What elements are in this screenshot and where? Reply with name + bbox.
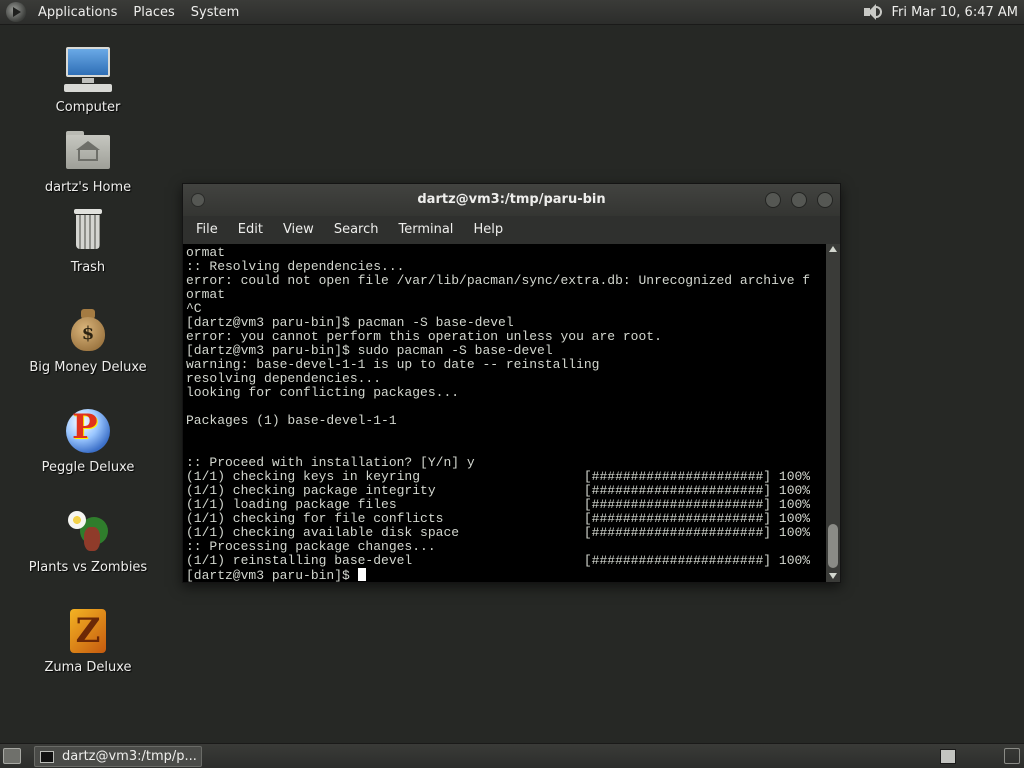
terminal-line: looking for conflicting packages... — [186, 385, 460, 400]
trash-icon — [62, 205, 114, 257]
terminal-line: :: Proceed with installation? [Y/n] y — [186, 455, 475, 470]
desktop-icon-peggle[interactable]: P Peggle Deluxe — [13, 405, 163, 475]
plants-vs-zombies-icon — [62, 505, 114, 557]
desktop-icon-plants-vs-zombies[interactable]: Plants vs Zombies — [13, 505, 163, 575]
terminal-line: ^C — [186, 301, 202, 316]
desktop-icon-zuma[interactable]: Z Zuma Deluxe — [13, 605, 163, 675]
panel-tray: Fri Mar 10, 6:47 AM — [861, 0, 1024, 25]
applications-menu[interactable]: Applications — [30, 0, 125, 25]
desktop-icon-home[interactable]: dartz's Home — [13, 125, 163, 195]
terminal-line: (1/1) checking for file conflicts [#####… — [186, 511, 811, 526]
desktop-icon-label: Peggle Deluxe — [41, 460, 135, 475]
desktop-icon-label: Trash — [70, 260, 106, 275]
desktop-icon-label: Computer — [55, 100, 121, 115]
terminal-line: [dartz@vm3 paru-bin]$ sudo pacman -S bas… — [186, 343, 553, 358]
trash-applet-icon[interactable] — [1004, 748, 1020, 764]
menu-search[interactable]: Search — [324, 216, 389, 244]
window-titlebar[interactable]: dartz@vm3:/tmp/paru-bin — [183, 184, 840, 216]
terminal-line: (1/1) checking keys in keyring [########… — [186, 469, 811, 484]
close-button[interactable] — [817, 192, 833, 208]
scroll-down-arrow-icon[interactable] — [829, 573, 837, 579]
terminal-scrollbar[interactable] — [826, 244, 840, 582]
show-desktop-icon[interactable] — [3, 748, 21, 764]
money-bag-icon: $ — [62, 305, 114, 357]
terminal-line: Packages (1) base-devel-1-1 — [186, 413, 397, 428]
terminal-line: (1/1) checking package integrity [######… — [186, 483, 811, 498]
desktop-icon-label: Plants vs Zombies — [28, 560, 148, 575]
window-menu-icon[interactable] — [191, 193, 205, 207]
terminal-line: ormat — [186, 245, 226, 260]
terminal-line: [dartz@vm3 paru-bin]$ pacman -S base-dev… — [186, 315, 514, 330]
terminal-line: error: could not open file /var/lib/pacm… — [186, 273, 811, 288]
terminal-line: warning: base-devel-1-1 is up to date --… — [186, 357, 600, 372]
desktop-icon-computer[interactable]: Computer — [13, 45, 163, 115]
menu-terminal[interactable]: Terminal — [388, 216, 463, 244]
maximize-button[interactable] — [791, 192, 807, 208]
main-menu-logo-icon[interactable] — [6, 2, 26, 22]
desktop-icon-trash[interactable]: Trash — [13, 205, 163, 275]
desktop-icon-label: Big Money Deluxe — [29, 360, 147, 375]
terminal-line: (1/1) checking available disk space [###… — [186, 525, 811, 540]
volume-icon[interactable] — [861, 2, 883, 22]
text-cursor — [357, 568, 366, 581]
terminal-line: (1/1) loading package files [###########… — [186, 497, 811, 512]
terminal-line: error: you cannot perform this operation… — [186, 329, 662, 344]
terminal-prompt-line[interactable]: [dartz@vm3 paru-bin]$ — [186, 568, 810, 582]
window-title: dartz@vm3:/tmp/paru-bin — [417, 192, 606, 207]
minimize-button[interactable] — [765, 192, 781, 208]
menu-edit[interactable]: Edit — [228, 216, 273, 244]
terminal-output[interactable]: ormat:: Resolving dependencies... error: … — [183, 244, 826, 582]
clock[interactable]: Fri Mar 10, 6:47 AM — [891, 5, 1024, 20]
places-menu[interactable]: Places — [125, 0, 182, 25]
terminal-menubar: File Edit View Search Terminal Help — [183, 216, 840, 244]
top-panel: Applications Places System Fri Mar 10, 6… — [0, 0, 1024, 25]
computer-icon — [62, 45, 114, 97]
scroll-up-arrow-icon[interactable] — [829, 246, 837, 252]
desktop-icon-label: dartz's Home — [44, 180, 132, 195]
terminal-line: (1/1) reinstalling base-devel [#########… — [186, 553, 811, 568]
peggle-icon: P — [62, 405, 114, 457]
menu-view[interactable]: View — [273, 216, 324, 244]
desktop-icon-big-money[interactable]: $ Big Money Deluxe — [13, 305, 163, 375]
workspace-switcher-icon[interactable] — [940, 749, 956, 764]
desktop-icon-label: Zuma Deluxe — [44, 660, 132, 675]
taskbar-label: dartz@vm3:/tmp/p... — [62, 749, 197, 764]
terminal-window: dartz@vm3:/tmp/paru-bin File Edit View S… — [182, 183, 841, 583]
terminal-icon — [40, 750, 54, 763]
taskbar-terminal-button[interactable]: dartz@vm3:/tmp/p... — [34, 746, 202, 767]
terminal-line: ormat — [186, 287, 226, 302]
scroll-thumb[interactable] — [828, 524, 838, 568]
terminal-line: :: Processing package changes... — [186, 539, 436, 554]
zuma-icon: Z — [62, 605, 114, 657]
terminal-line: :: Resolving dependencies... — [186, 259, 405, 274]
home-folder-icon — [62, 125, 114, 177]
bottom-panel: dartz@vm3:/tmp/p... — [0, 743, 1024, 768]
menu-help[interactable]: Help — [463, 216, 513, 244]
terminal-line: resolving dependencies... — [186, 371, 382, 386]
menu-file[interactable]: File — [186, 216, 228, 244]
system-menu[interactable]: System — [183, 0, 247, 25]
terminal-text: ormat:: Resolving dependencies... error: … — [186, 245, 811, 583]
terminal-prompt: [dartz@vm3 paru-bin]$ — [186, 568, 358, 583]
